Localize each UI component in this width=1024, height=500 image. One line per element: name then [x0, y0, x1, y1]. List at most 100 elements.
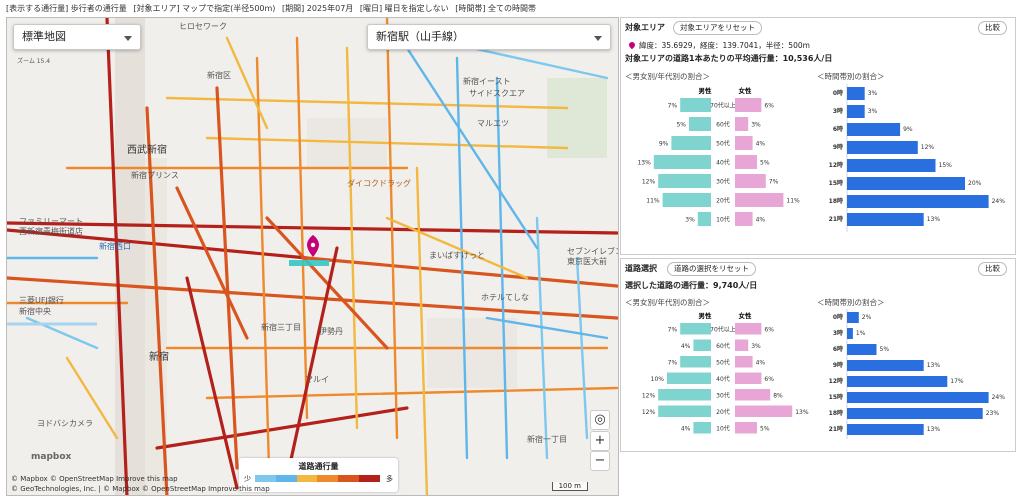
category-label: 30代	[716, 178, 730, 186]
map-label: 東京医大前	[567, 256, 607, 266]
condition-mode: [表示する通行量] 歩行者の通行量	[6, 4, 127, 13]
data-label: 13%	[795, 409, 809, 416]
data-label: 5%	[880, 346, 890, 353]
map-label: 新宿一丁目	[527, 434, 567, 444]
data-label: 6%	[764, 376, 774, 383]
category-label: 0時	[833, 313, 843, 321]
bar-female	[735, 389, 771, 401]
bar-time	[847, 312, 859, 323]
time-chart: 0時 3% 3時 3% 6時 9% 9時 12% 12時 15% 15時 20% 18時 24% 21時 13…	[817, 84, 1015, 232]
reset-area-button[interactable]: 対象エリアをリセット	[673, 21, 762, 35]
category-label: 10代	[716, 216, 730, 224]
data-label: 3%	[751, 122, 761, 129]
time-title: ＜時間帯別の割合＞	[817, 72, 885, 81]
bar-male	[693, 339, 711, 351]
gender-age-chart: 男性 女性 7% 70代以上 6% 5% 60代 3% 9% 50代 4% 13% 40代 5% 12% 30…	[621, 84, 817, 230]
panel-heading: 道路選択	[625, 264, 657, 273]
legend-female: 女性	[739, 86, 753, 95]
compare-button[interactable]: 比較	[978, 21, 1007, 35]
chevron-down-icon	[124, 36, 132, 41]
panel-heading: 対象エリア	[625, 23, 665, 32]
zoom-readout: ズーム 15.4	[17, 58, 51, 65]
bar-female	[735, 98, 762, 112]
data-label: 5%	[676, 122, 686, 129]
selected-road[interactable]	[289, 260, 329, 266]
bar-female	[735, 117, 749, 131]
data-label: 13%	[927, 216, 941, 223]
data-label: 3%	[868, 90, 878, 97]
category-label: 40代	[716, 375, 730, 383]
area-coordinates: 緯度：35.6929，経度：139.7041，半径：500m	[627, 40, 810, 51]
map-label: ヨドバシカメラ	[37, 419, 93, 428]
bar-male	[693, 422, 711, 434]
data-label: 4%	[756, 359, 766, 366]
condition-timeslot: [時間帯] 全ての時間帯	[455, 4, 536, 13]
legend-male: 男性	[698, 86, 713, 95]
bar-female	[735, 323, 762, 335]
data-label: 7%	[668, 326, 678, 333]
map-label: ホテルてしな	[481, 293, 529, 302]
data-label: 20%	[968, 180, 982, 187]
map-label: 新宿プリンス	[131, 170, 179, 180]
pin-icon	[627, 40, 637, 50]
category-label: 0時	[833, 89, 843, 97]
data-label: 4%	[756, 141, 766, 148]
bar-female	[735, 212, 753, 226]
data-label: 7%	[769, 179, 779, 186]
time-title: ＜時間帯別の割合＞	[817, 298, 885, 307]
traffic-map[interactable]: ヒロセワーク 新宿区 新宿イースト サイドスクエア マルエツ 西武新宿 新宿プリ…	[6, 17, 619, 496]
condition-bar: [表示する通行量] 歩行者の通行量 [対象エリア] マップで指定(半径500m)…	[0, 0, 1024, 17]
basemap-select[interactable]: 標準地図	[13, 24, 141, 50]
map-label: 西武新宿	[127, 143, 167, 156]
category-label: 15時	[829, 393, 843, 401]
category-label: 12時	[829, 377, 843, 385]
legend-male: 男性	[698, 311, 713, 320]
map-label: 新宿	[149, 350, 169, 363]
category-label: 6時	[833, 345, 843, 353]
bar-male	[697, 212, 711, 226]
station-select[interactable]: 新宿駅（山手線）	[367, 24, 611, 50]
bar-male	[680, 323, 711, 335]
category-label: 18時	[829, 409, 843, 417]
data-label: 2%	[862, 314, 872, 321]
bar-male	[689, 117, 711, 131]
bar-time	[847, 344, 877, 355]
compare-button[interactable]: 比較	[978, 262, 1007, 276]
bar-female	[735, 356, 753, 368]
zoom-in-button[interactable]: +	[590, 431, 610, 451]
data-label: 4%	[756, 217, 766, 224]
data-label: 3%	[685, 217, 695, 224]
gender-age-title: ＜男女別/年代別の割合＞	[625, 298, 711, 307]
reset-road-button[interactable]: 道路の選択をリセット	[667, 262, 756, 276]
category-label: 50代	[716, 140, 730, 148]
bar-female	[735, 193, 784, 207]
data-label: 13%	[927, 362, 941, 369]
road-traffic: 選択した道路の通行量：9,740人/日	[625, 281, 758, 290]
data-label: 7%	[668, 103, 678, 110]
map-base: ヒロセワーク 新宿区 新宿イースト サイドスクエア マルエツ 西武新宿 新宿プリ…	[7, 18, 618, 495]
legend-title: 道路通行量	[298, 462, 339, 471]
locate-button[interactable]: ◎	[590, 410, 610, 430]
bar-time	[847, 408, 983, 419]
condition-period: [期間] 2025年07月	[281, 4, 354, 13]
bar-time	[847, 424, 924, 435]
gender-age-chart: 男性 女性 7% 70代以上 6% 4% 60代 3% 7% 50代 4% 10% 40代 6% 12% 30…	[621, 309, 817, 437]
mapbox-logo: mapbox	[31, 452, 72, 462]
map-attribution-secondary[interactable]: © GeoTechnologies, Inc. | © Mapbox © Ope…	[11, 485, 270, 493]
data-label: 6%	[764, 326, 774, 333]
condition-weekday: [曜日] 曜日を指定しない	[359, 4, 449, 13]
map-attribution[interactable]: © Mapbox © OpenStreetMap Improve this ma…	[11, 475, 178, 483]
bar-female	[735, 422, 757, 434]
bar-time	[847, 392, 989, 403]
data-label: 5%	[760, 160, 770, 167]
category-label: 60代	[716, 121, 730, 129]
category-label: 12時	[829, 161, 843, 169]
data-label: 11%	[786, 198, 800, 205]
data-label: 12%	[642, 409, 656, 416]
data-label: 6%	[764, 103, 774, 110]
legend-female: 女性	[739, 311, 753, 320]
category-label: 15時	[829, 179, 843, 187]
data-label: 13%	[637, 160, 651, 167]
legend-color-bar	[255, 475, 380, 482]
zoom-out-button[interactable]: −	[590, 451, 610, 471]
